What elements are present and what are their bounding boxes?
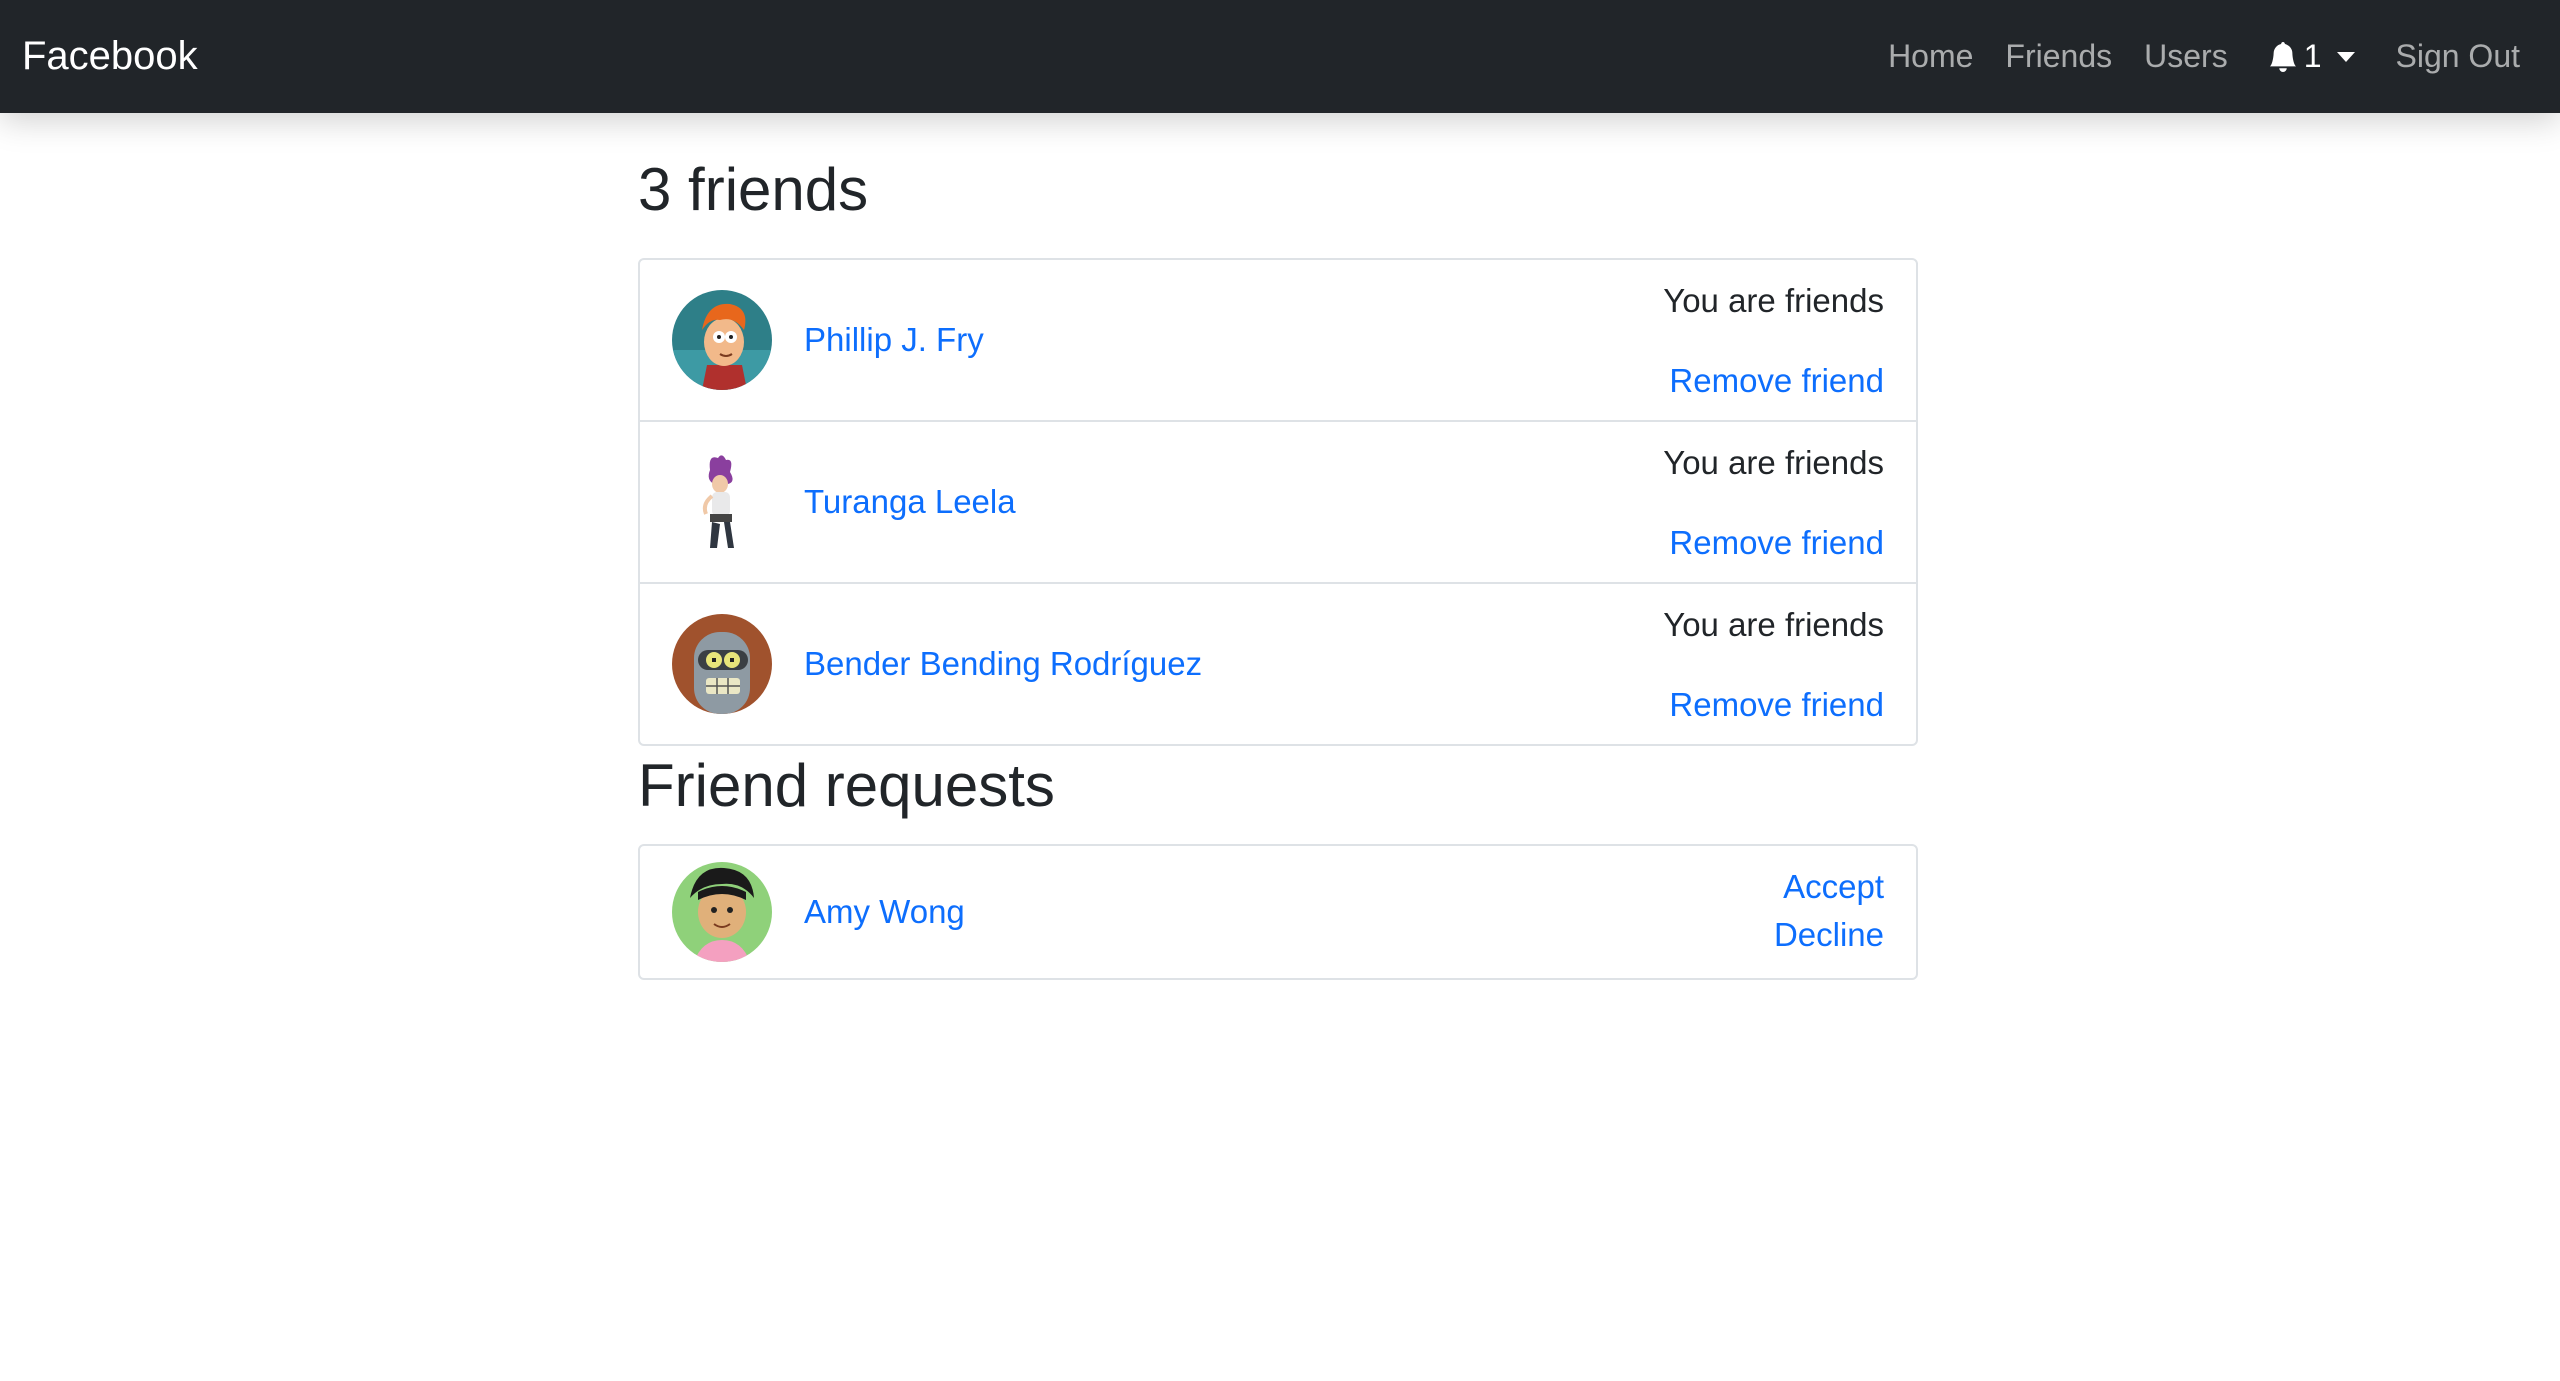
friend-status: You are friends: [1663, 444, 1884, 481]
accept-request-button[interactable]: Accept: [1783, 868, 1884, 906]
friend-requests-heading: Friend requests: [638, 752, 1055, 819]
main-content: 3 friends Phillip J. Fry You are friends…: [638, 150, 1918, 980]
friend-list-item: Phillip J. Fry You are friends Remove fr…: [640, 260, 1916, 422]
friend-requests-list: Amy Wong Accept Decline: [638, 844, 1918, 980]
top-navbar: Facebook Home Friends Users 1 Sign Out: [0, 0, 2560, 113]
friends-heading: 3 friends: [638, 156, 869, 223]
brand-link[interactable]: Facebook: [22, 0, 198, 113]
friend-list-item: Bender Bending Rodríguez You are friends…: [640, 584, 1916, 744]
avatar: [672, 614, 772, 714]
notifications-dropdown[interactable]: 1: [2268, 38, 2356, 75]
friend-list-item: Turanga Leela You are friends Remove fri…: [640, 422, 1916, 584]
avatar: [672, 862, 772, 962]
friend-status: You are friends: [1663, 606, 1884, 643]
requester-name-link[interactable]: Amy Wong: [804, 846, 965, 978]
remove-friend-button[interactable]: Remove friend: [1669, 362, 1884, 400]
friend-status: You are friends: [1663, 282, 1884, 319]
friends-list: Phillip J. Fry You are friends Remove fr…: [638, 258, 1918, 746]
nav-sign-out-link[interactable]: Sign Out: [2395, 38, 2520, 75]
chevron-down-icon: [2337, 51, 2356, 62]
nav-users-link[interactable]: Users: [2144, 38, 2228, 75]
friend-name-link[interactable]: Phillip J. Fry: [804, 260, 984, 420]
nav-friends-link[interactable]: Friends: [2005, 38, 2112, 75]
decline-request-button[interactable]: Decline: [1774, 916, 1884, 954]
nav-links: Home Friends Users 1 Sign Out: [1856, 0, 2520, 113]
bell-icon: [2268, 41, 2298, 73]
remove-friend-button[interactable]: Remove friend: [1669, 524, 1884, 562]
friend-request-item: Amy Wong Accept Decline: [640, 846, 1916, 978]
avatar: [672, 290, 772, 390]
notification-count: 1: [2303, 38, 2322, 74]
avatar: [672, 452, 772, 552]
friend-name-link[interactable]: Turanga Leela: [804, 422, 1016, 582]
nav-home-link[interactable]: Home: [1888, 38, 1973, 75]
friend-name-link[interactable]: Bender Bending Rodríguez: [804, 584, 1202, 744]
remove-friend-button[interactable]: Remove friend: [1669, 686, 1884, 724]
